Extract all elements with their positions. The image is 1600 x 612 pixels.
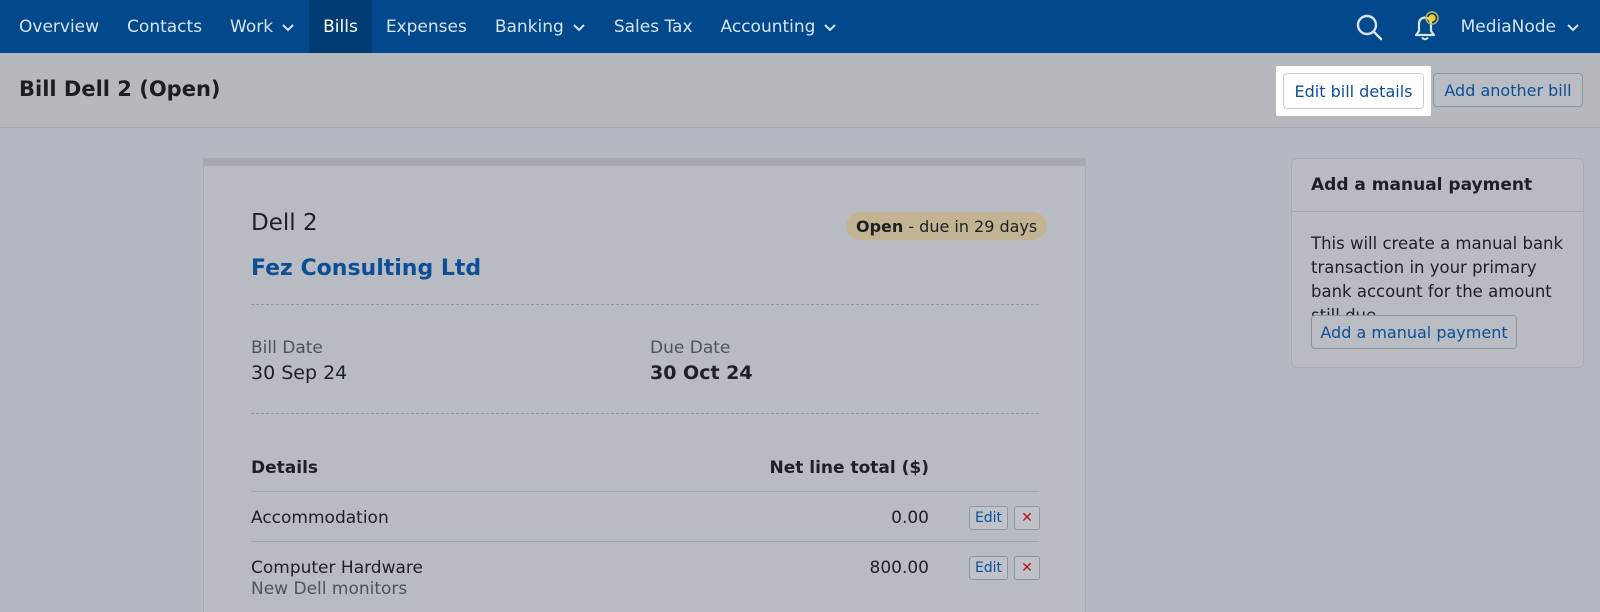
line-item-amount: 0.00 [891, 508, 929, 528]
nav-label: Overview [19, 16, 100, 37]
chevron-down-icon [824, 23, 837, 31]
divider [251, 413, 1039, 414]
delete-line-button[interactable]: ✕ [1014, 556, 1040, 580]
panel-title: Add a manual payment [1292, 159, 1583, 212]
page-title: Bill Dell 2 (Open) [19, 77, 221, 101]
account-menu[interactable]: MediaNode [1453, 17, 1600, 37]
column-header-net-total: Net line total ($) [769, 458, 929, 478]
line-item-amount: 800.00 [869, 558, 929, 578]
nav-label: Accounting [720, 16, 816, 37]
supplier-link[interactable]: Fez Consulting Ltd [251, 256, 481, 281]
nav-label: Work [230, 16, 274, 37]
status-due: - due in 29 days [908, 216, 1038, 236]
nav-right: MediaNode [1341, 0, 1600, 53]
row-divider [251, 491, 1039, 492]
bill-card: Dell 2 Open - due in 29 days Fez Consult… [203, 158, 1086, 612]
nav-accounting[interactable]: Accounting [707, 0, 852, 53]
add-manual-payment-button[interactable]: Add a manual payment [1311, 315, 1517, 349]
bell-icon [1414, 10, 1439, 40]
column-header-details: Details [251, 458, 319, 478]
nav-expenses[interactable]: Expenses [372, 0, 481, 53]
bill-date-value: 30 Sep 24 [251, 362, 348, 384]
search-button[interactable] [1341, 0, 1397, 53]
search-icon [1356, 14, 1382, 40]
line-item-description: New Dell monitors [251, 579, 408, 599]
bill-date-label: Bill Date [251, 338, 323, 358]
edit-bill-details-button[interactable]: Edit bill details [1283, 73, 1424, 109]
due-date-value: 30 Oct 24 [650, 362, 753, 384]
nav-overview[interactable]: Overview [0, 0, 113, 53]
chevron-down-icon [573, 23, 585, 31]
panel-description: This will create a manual bank transacti… [1311, 234, 1564, 325]
line-item-category: Computer Hardware [251, 558, 423, 578]
nav-label: Contacts [127, 16, 203, 37]
chevron-down-icon [1567, 23, 1579, 31]
top-nav: Overview Contacts Work Bills Expenses Ba… [0, 0, 1600, 53]
nav-label: Bills [323, 16, 358, 37]
notifications-button[interactable] [1397, 0, 1453, 53]
nav-sales-tax[interactable]: Sales Tax [600, 0, 707, 53]
nav-bills[interactable]: Bills [309, 0, 372, 53]
bill-reference: Dell 2 [251, 210, 318, 236]
edit-line-button[interactable]: Edit [969, 506, 1008, 530]
delete-line-button[interactable]: ✕ [1014, 506, 1040, 530]
status-badge: Open - due in 29 days [846, 212, 1048, 240]
edit-line-button[interactable]: Edit [969, 556, 1008, 580]
status-label: Open [856, 216, 904, 236]
line-item-category: Accommodation [251, 508, 389, 528]
account-name: MediaNode [1460, 16, 1556, 37]
nav-label: Expenses [385, 16, 467, 37]
nav-label: Sales Tax [613, 16, 693, 37]
manual-payment-panel: Add a manual payment This will create a … [1291, 158, 1584, 368]
chevron-down-icon [282, 23, 294, 31]
nav-contacts[interactable]: Contacts [113, 0, 216, 53]
add-another-bill-button[interactable]: Add another bill [1433, 73, 1583, 107]
nav-banking[interactable]: Banking [481, 0, 600, 53]
due-date-label: Due Date [650, 338, 731, 358]
nav-label: Banking [494, 16, 564, 37]
divider [251, 304, 1039, 305]
row-divider [251, 541, 1039, 542]
nav-work[interactable]: Work [216, 0, 309, 53]
